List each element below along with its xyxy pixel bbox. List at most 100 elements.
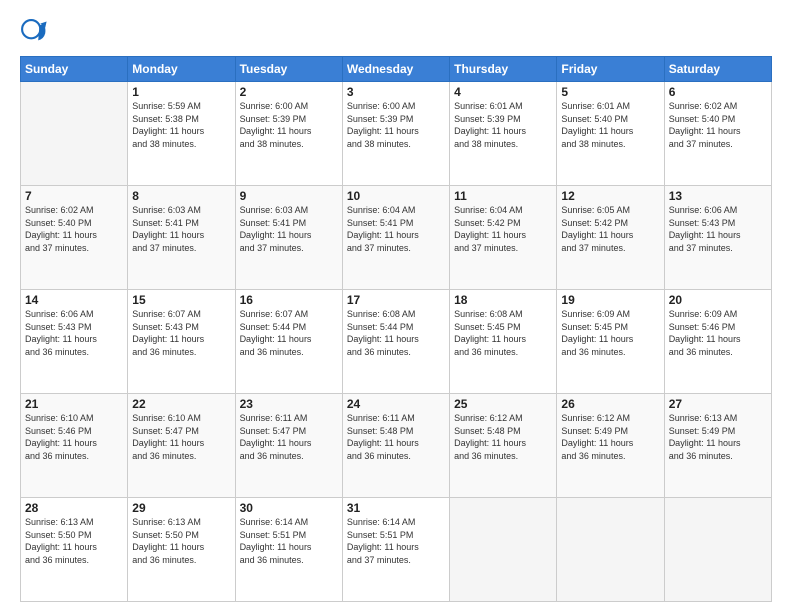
calendar-cell: 16Sunrise: 6:07 AM Sunset: 5:44 PM Dayli… [235, 290, 342, 394]
calendar-cell: 17Sunrise: 6:08 AM Sunset: 5:44 PM Dayli… [342, 290, 449, 394]
day-number: 13 [669, 189, 767, 203]
day-number: 7 [25, 189, 123, 203]
day-info: Sunrise: 6:00 AM Sunset: 5:39 PM Dayligh… [240, 100, 338, 150]
day-number: 11 [454, 189, 552, 203]
day-info: Sunrise: 6:07 AM Sunset: 5:43 PM Dayligh… [132, 308, 230, 358]
day-info: Sunrise: 6:10 AM Sunset: 5:46 PM Dayligh… [25, 412, 123, 462]
day-info: Sunrise: 6:13 AM Sunset: 5:50 PM Dayligh… [25, 516, 123, 566]
calendar-cell: 15Sunrise: 6:07 AM Sunset: 5:43 PM Dayli… [128, 290, 235, 394]
day-number: 5 [561, 85, 659, 99]
day-number: 2 [240, 85, 338, 99]
day-info: Sunrise: 6:12 AM Sunset: 5:49 PM Dayligh… [561, 412, 659, 462]
calendar-cell: 7Sunrise: 6:02 AM Sunset: 5:40 PM Daylig… [21, 186, 128, 290]
day-info: Sunrise: 6:09 AM Sunset: 5:45 PM Dayligh… [561, 308, 659, 358]
week-row-1: 1Sunrise: 5:59 AM Sunset: 5:38 PM Daylig… [21, 82, 772, 186]
week-row-3: 14Sunrise: 6:06 AM Sunset: 5:43 PM Dayli… [21, 290, 772, 394]
day-header-friday: Friday [557, 57, 664, 82]
day-info: Sunrise: 6:04 AM Sunset: 5:42 PM Dayligh… [454, 204, 552, 254]
day-info: Sunrise: 6:14 AM Sunset: 5:51 PM Dayligh… [240, 516, 338, 566]
day-number: 8 [132, 189, 230, 203]
calendar-cell: 28Sunrise: 6:13 AM Sunset: 5:50 PM Dayli… [21, 498, 128, 602]
day-number: 19 [561, 293, 659, 307]
calendar-cell: 3Sunrise: 6:00 AM Sunset: 5:39 PM Daylig… [342, 82, 449, 186]
day-number: 29 [132, 501, 230, 515]
calendar-cell: 20Sunrise: 6:09 AM Sunset: 5:46 PM Dayli… [664, 290, 771, 394]
day-info: Sunrise: 6:10 AM Sunset: 5:47 PM Dayligh… [132, 412, 230, 462]
calendar-cell: 27Sunrise: 6:13 AM Sunset: 5:49 PM Dayli… [664, 394, 771, 498]
calendar-cell: 4Sunrise: 6:01 AM Sunset: 5:39 PM Daylig… [450, 82, 557, 186]
day-info: Sunrise: 6:14 AM Sunset: 5:51 PM Dayligh… [347, 516, 445, 566]
day-number: 1 [132, 85, 230, 99]
day-number: 25 [454, 397, 552, 411]
day-info: Sunrise: 6:11 AM Sunset: 5:48 PM Dayligh… [347, 412, 445, 462]
calendar-cell: 21Sunrise: 6:10 AM Sunset: 5:46 PM Dayli… [21, 394, 128, 498]
day-header-sunday: Sunday [21, 57, 128, 82]
calendar-cell: 8Sunrise: 6:03 AM Sunset: 5:41 PM Daylig… [128, 186, 235, 290]
calendar-cell: 30Sunrise: 6:14 AM Sunset: 5:51 PM Dayli… [235, 498, 342, 602]
day-info: Sunrise: 6:04 AM Sunset: 5:41 PM Dayligh… [347, 204, 445, 254]
day-number: 17 [347, 293, 445, 307]
calendar-cell: 5Sunrise: 6:01 AM Sunset: 5:40 PM Daylig… [557, 82, 664, 186]
day-number: 3 [347, 85, 445, 99]
day-number: 24 [347, 397, 445, 411]
day-info: Sunrise: 6:13 AM Sunset: 5:49 PM Dayligh… [669, 412, 767, 462]
days-of-week-row: SundayMondayTuesdayWednesdayThursdayFrid… [21, 57, 772, 82]
day-number: 26 [561, 397, 659, 411]
day-info: Sunrise: 6:01 AM Sunset: 5:40 PM Dayligh… [561, 100, 659, 150]
day-header-monday: Monday [128, 57, 235, 82]
day-info: Sunrise: 6:03 AM Sunset: 5:41 PM Dayligh… [132, 204, 230, 254]
day-info: Sunrise: 6:05 AM Sunset: 5:42 PM Dayligh… [561, 204, 659, 254]
day-info: Sunrise: 6:13 AM Sunset: 5:50 PM Dayligh… [132, 516, 230, 566]
calendar-cell: 6Sunrise: 6:02 AM Sunset: 5:40 PM Daylig… [664, 82, 771, 186]
day-header-thursday: Thursday [450, 57, 557, 82]
day-info: Sunrise: 6:08 AM Sunset: 5:44 PM Dayligh… [347, 308, 445, 358]
day-info: Sunrise: 6:02 AM Sunset: 5:40 PM Dayligh… [25, 204, 123, 254]
calendar-cell [557, 498, 664, 602]
day-info: Sunrise: 6:07 AM Sunset: 5:44 PM Dayligh… [240, 308, 338, 358]
calendar-cell [450, 498, 557, 602]
day-number: 22 [132, 397, 230, 411]
calendar-cell: 25Sunrise: 6:12 AM Sunset: 5:48 PM Dayli… [450, 394, 557, 498]
day-info: Sunrise: 6:12 AM Sunset: 5:48 PM Dayligh… [454, 412, 552, 462]
calendar-cell: 23Sunrise: 6:11 AM Sunset: 5:47 PM Dayli… [235, 394, 342, 498]
week-row-5: 28Sunrise: 6:13 AM Sunset: 5:50 PM Dayli… [21, 498, 772, 602]
calendar-header: SundayMondayTuesdayWednesdayThursdayFrid… [21, 57, 772, 82]
day-header-saturday: Saturday [664, 57, 771, 82]
day-number: 23 [240, 397, 338, 411]
day-number: 15 [132, 293, 230, 307]
calendar: SundayMondayTuesdayWednesdayThursdayFrid… [20, 56, 772, 602]
day-header-wednesday: Wednesday [342, 57, 449, 82]
logo [20, 18, 52, 46]
day-number: 21 [25, 397, 123, 411]
day-number: 12 [561, 189, 659, 203]
calendar-cell: 18Sunrise: 6:08 AM Sunset: 5:45 PM Dayli… [450, 290, 557, 394]
calendar-cell: 13Sunrise: 6:06 AM Sunset: 5:43 PM Dayli… [664, 186, 771, 290]
calendar-cell: 29Sunrise: 6:13 AM Sunset: 5:50 PM Dayli… [128, 498, 235, 602]
week-row-4: 21Sunrise: 6:10 AM Sunset: 5:46 PM Dayli… [21, 394, 772, 498]
calendar-cell: 9Sunrise: 6:03 AM Sunset: 5:41 PM Daylig… [235, 186, 342, 290]
calendar-cell [21, 82, 128, 186]
day-number: 30 [240, 501, 338, 515]
calendar-cell: 10Sunrise: 6:04 AM Sunset: 5:41 PM Dayli… [342, 186, 449, 290]
day-number: 14 [25, 293, 123, 307]
calendar-cell: 31Sunrise: 6:14 AM Sunset: 5:51 PM Dayli… [342, 498, 449, 602]
calendar-cell: 2Sunrise: 6:00 AM Sunset: 5:39 PM Daylig… [235, 82, 342, 186]
calendar-cell: 14Sunrise: 6:06 AM Sunset: 5:43 PM Dayli… [21, 290, 128, 394]
day-info: Sunrise: 5:59 AM Sunset: 5:38 PM Dayligh… [132, 100, 230, 150]
header [20, 18, 772, 46]
day-number: 31 [347, 501, 445, 515]
day-number: 16 [240, 293, 338, 307]
calendar-cell [664, 498, 771, 602]
day-number: 20 [669, 293, 767, 307]
day-info: Sunrise: 6:03 AM Sunset: 5:41 PM Dayligh… [240, 204, 338, 254]
day-number: 28 [25, 501, 123, 515]
day-header-tuesday: Tuesday [235, 57, 342, 82]
day-number: 4 [454, 85, 552, 99]
calendar-body: 1Sunrise: 5:59 AM Sunset: 5:38 PM Daylig… [21, 82, 772, 602]
day-info: Sunrise: 6:00 AM Sunset: 5:39 PM Dayligh… [347, 100, 445, 150]
day-info: Sunrise: 6:06 AM Sunset: 5:43 PM Dayligh… [669, 204, 767, 254]
day-info: Sunrise: 6:02 AM Sunset: 5:40 PM Dayligh… [669, 100, 767, 150]
day-info: Sunrise: 6:11 AM Sunset: 5:47 PM Dayligh… [240, 412, 338, 462]
calendar-cell: 19Sunrise: 6:09 AM Sunset: 5:45 PM Dayli… [557, 290, 664, 394]
calendar-cell: 12Sunrise: 6:05 AM Sunset: 5:42 PM Dayli… [557, 186, 664, 290]
